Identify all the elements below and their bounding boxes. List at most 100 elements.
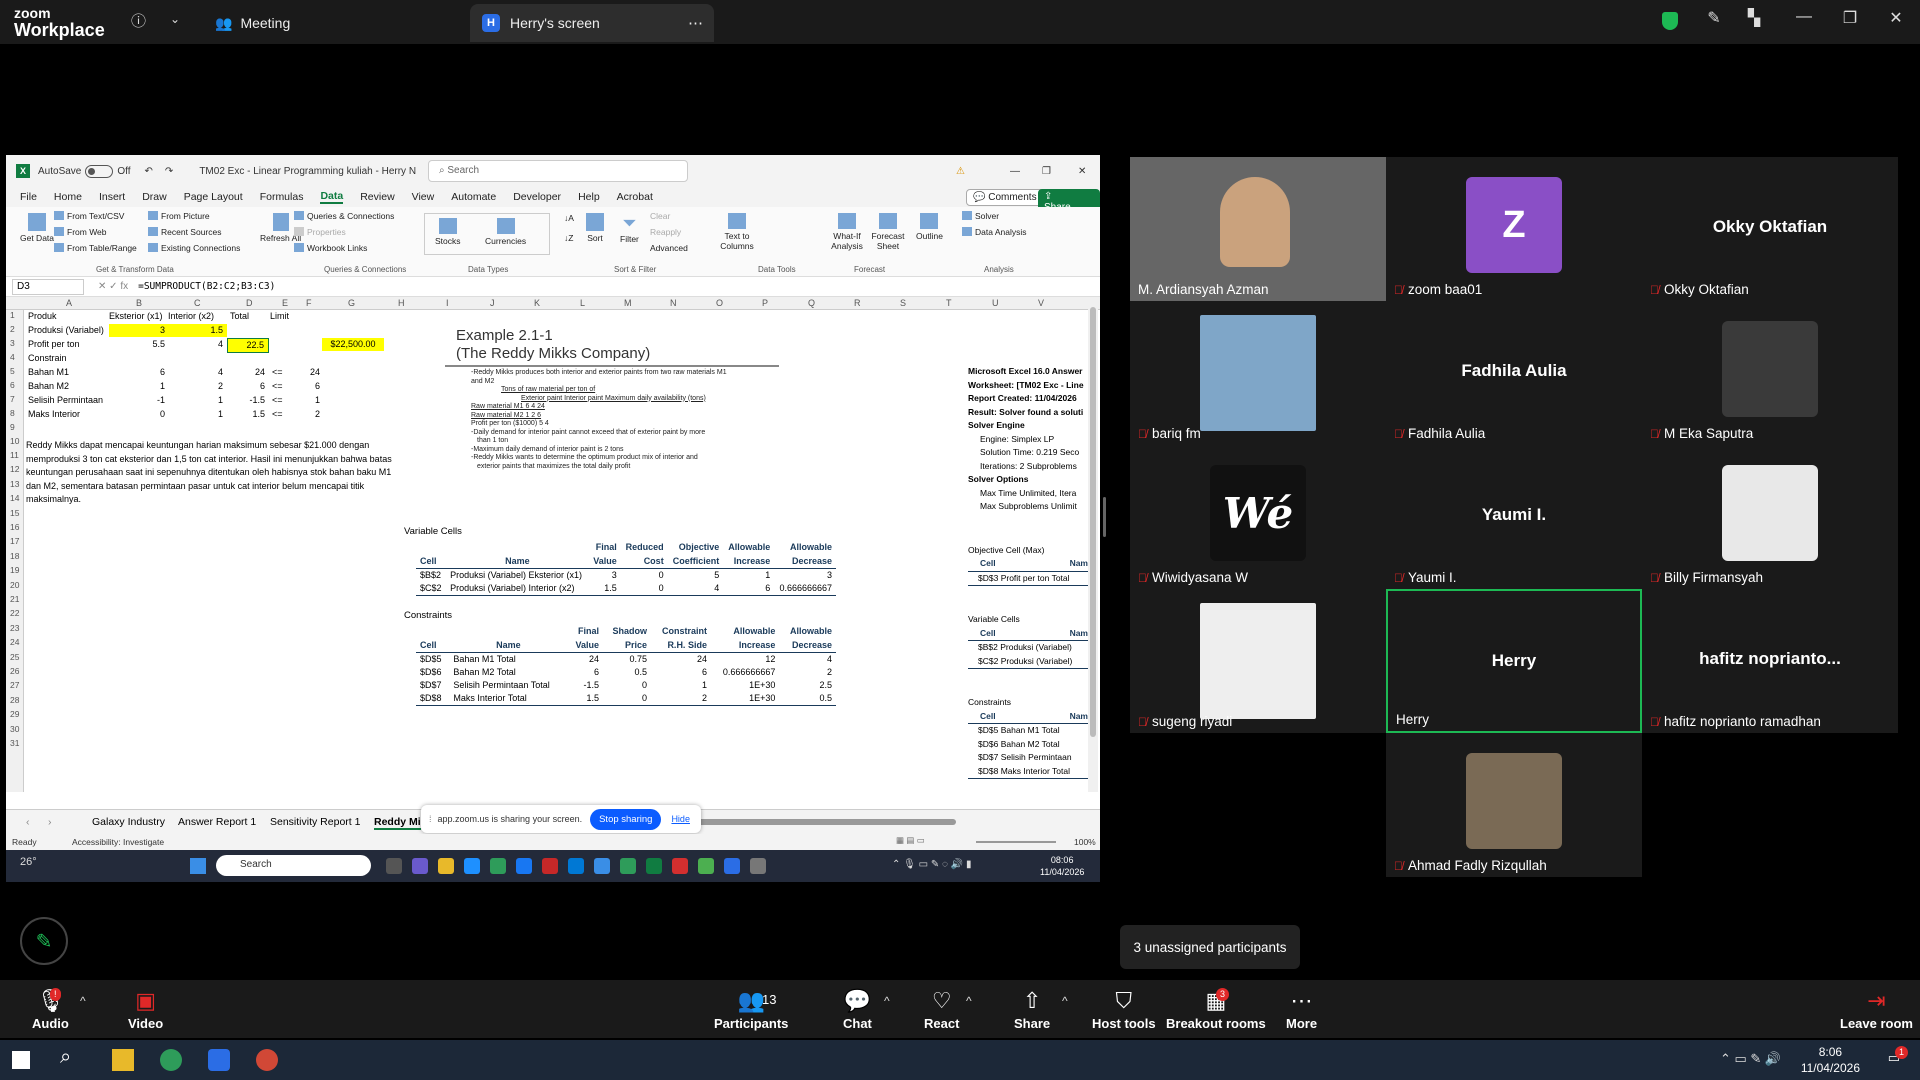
react-options-caret[interactable]: ^	[966, 994, 972, 1008]
table-cell[interactable]: 24	[651, 653, 711, 667]
split-resize-handle[interactable]	[1103, 497, 1106, 537]
zoom-slider[interactable]	[976, 841, 1056, 843]
system-tray-icons[interactable]: ⌃ 🎙 ▭ ✎ ◌ 🔊 ▮	[892, 859, 971, 870]
cell-c7[interactable]: 1	[169, 394, 227, 407]
table-cell[interactable]: Produksi (Variabel) Eksterior (x1)	[446, 569, 589, 583]
row-header[interactable]: 23	[10, 623, 19, 633]
store-icon[interactable]	[568, 858, 584, 874]
chrome-icon[interactable]	[620, 858, 636, 874]
cell-b7[interactable]: -1	[109, 394, 169, 407]
table-cell[interactable]: 2.5	[779, 679, 836, 692]
copilot-icon[interactable]	[412, 858, 428, 874]
taskbar-search[interactable]: Search	[216, 855, 371, 876]
cell-f8[interactable]: 2	[296, 408, 320, 421]
cell-a4[interactable]: Constrain	[28, 352, 67, 365]
excel-search-input[interactable]: ⌕ Search	[428, 160, 688, 182]
cell-e5[interactable]: <=	[272, 366, 283, 379]
row-header[interactable]: 3	[10, 338, 15, 348]
participant-tile[interactable]: 🎙̸ sugeng riyadi	[1130, 589, 1386, 733]
row-header[interactable]: 16	[10, 522, 19, 532]
solver-button[interactable]: Solver	[962, 211, 999, 221]
row-header[interactable]: 28	[10, 695, 19, 705]
cell-d1[interactable]: Total	[230, 310, 249, 323]
sheet-tab-sensitivity[interactable]: Sensitivity Report 1	[270, 816, 360, 828]
zoom-app-icon[interactable]	[208, 1049, 230, 1071]
close-icon[interactable]: ✕	[1078, 166, 1086, 177]
table-row[interactable]: $D$8 Maks Interior Total 1.5 0 2 1E+30 0.5	[416, 692, 836, 706]
variable-cells-label[interactable]: Variable Cells	[404, 526, 462, 537]
row-header[interactable]: 9	[10, 422, 15, 432]
text-to-columns-button[interactable]: Text to Columns	[720, 213, 754, 251]
table-row[interactable]: $D$5 Bahan M1 Total 24 0.75 24 12 4	[416, 653, 836, 667]
row-header[interactable]: 31	[10, 738, 19, 748]
tab-home[interactable]: Home	[54, 191, 82, 203]
cell-d6[interactable]: 6	[227, 380, 269, 393]
participant-tile[interactable]: Okky Oktafian 🎙̸ Okky Oktafian	[1642, 157, 1898, 301]
table-cell[interactable]: Maks Interior Total	[449, 692, 568, 706]
col-header[interactable]: P	[762, 298, 768, 308]
col-header[interactable]: I	[446, 298, 449, 308]
row-header[interactable]: 10	[10, 436, 19, 446]
more-button[interactable]: ⋯ More	[1286, 988, 1317, 1031]
name-box[interactable]: D3	[12, 278, 84, 295]
from-table-button[interactable]: From Table/Range	[54, 243, 137, 253]
shared-clock[interactable]: 08:06 11/04/2026	[1040, 854, 1084, 878]
cell-a5[interactable]: Bahan M1	[28, 366, 69, 379]
chat-options-caret[interactable]: ^	[884, 994, 890, 1008]
table-cell[interactable]: 6	[723, 582, 775, 596]
sheet-tab-galaxy[interactable]: Galaxy Industry	[92, 816, 165, 828]
col-header[interactable]: E	[282, 298, 288, 308]
cell-d8[interactable]: 1.5	[227, 408, 269, 421]
col-header[interactable]: G	[348, 298, 355, 308]
properties-button[interactable]: Properties	[294, 227, 346, 237]
restore-icon[interactable]: ❐	[1832, 8, 1868, 28]
cell-b6[interactable]: 1	[109, 380, 169, 393]
share-options-caret[interactable]: ^	[1062, 994, 1068, 1008]
cell-c3[interactable]: 4	[169, 338, 227, 351]
leave-room-button[interactable]: ⇥ Leave room	[1840, 988, 1913, 1031]
participant-tile[interactable]: hafitz noprianto... 🎙̸ hafitz noprianto r…	[1642, 589, 1898, 733]
table-row[interactable]: $B$2 Produksi (Variabel) Eksterior (x1) 3 0…	[416, 569, 836, 583]
currencies-button[interactable]: Currencies	[485, 218, 526, 246]
cell-e6[interactable]: <=	[272, 380, 283, 393]
table-cell[interactable]: 24	[567, 653, 603, 667]
col-header[interactable]: M	[624, 298, 632, 308]
next-sheet-icon[interactable]: ›	[48, 816, 52, 828]
row-header[interactable]: 5	[10, 366, 15, 376]
table-cell[interactable]: 1E+30	[711, 679, 779, 692]
variable-cells-table[interactable]: Final Reduced Objective Allowable Allowable C…	[416, 540, 836, 596]
participant-tile[interactable]: 🎙̸ bariq fm	[1130, 301, 1386, 445]
prev-sheet-icon[interactable]: ‹	[26, 816, 30, 828]
table-cell[interactable]: -1.5	[567, 679, 603, 692]
cell-c5[interactable]: 4	[169, 366, 227, 379]
row-header[interactable]: 18	[10, 551, 19, 561]
row-header[interactable]: 12	[10, 464, 19, 474]
share-button[interactable]: ⇧ Share	[1014, 988, 1050, 1031]
row-header[interactable]: 14	[10, 493, 19, 503]
tab-formulas[interactable]: Formulas	[260, 191, 304, 203]
cell-b2[interactable]: 3	[109, 324, 169, 337]
row-header[interactable]: 22	[10, 608, 19, 618]
conclusion-text-box[interactable]: Reddy Mikks dapat mencapai keuntungan ha…	[26, 439, 406, 507]
cell-c8[interactable]: 1	[169, 408, 227, 421]
scrollbar-thumb[interactable]	[1090, 307, 1096, 737]
chat-button[interactable]: 💬 Chat	[843, 988, 872, 1031]
cell-f5[interactable]: 24	[296, 366, 320, 379]
row-header[interactable]: 27	[10, 680, 19, 690]
table-cell[interactable]: 1E+30	[710, 692, 780, 706]
row-header[interactable]: 1	[10, 310, 15, 320]
more-options-icon[interactable]: ⋯	[688, 14, 703, 32]
reapply-button[interactable]: Reapply	[650, 227, 681, 237]
cell-d7[interactable]: -1.5	[227, 394, 269, 407]
cell-b5[interactable]: 6	[109, 366, 169, 379]
tab-file[interactable]: File	[20, 191, 37, 203]
table-cell[interactable]: $B$2	[416, 569, 446, 583]
table-cell[interactable]: 0.5	[603, 666, 651, 679]
table-cell[interactable]: 1.5	[567, 692, 603, 706]
restore-icon[interactable]: ❐	[1042, 166, 1051, 177]
cell-a2[interactable]: Produksi (Variabel)	[28, 324, 104, 337]
table-cell[interactable]: $D$6	[416, 666, 449, 679]
row-header[interactable]: 17	[10, 536, 19, 546]
zoom-icon[interactable]	[724, 858, 740, 874]
table-cell[interactable]: 5	[668, 569, 724, 583]
